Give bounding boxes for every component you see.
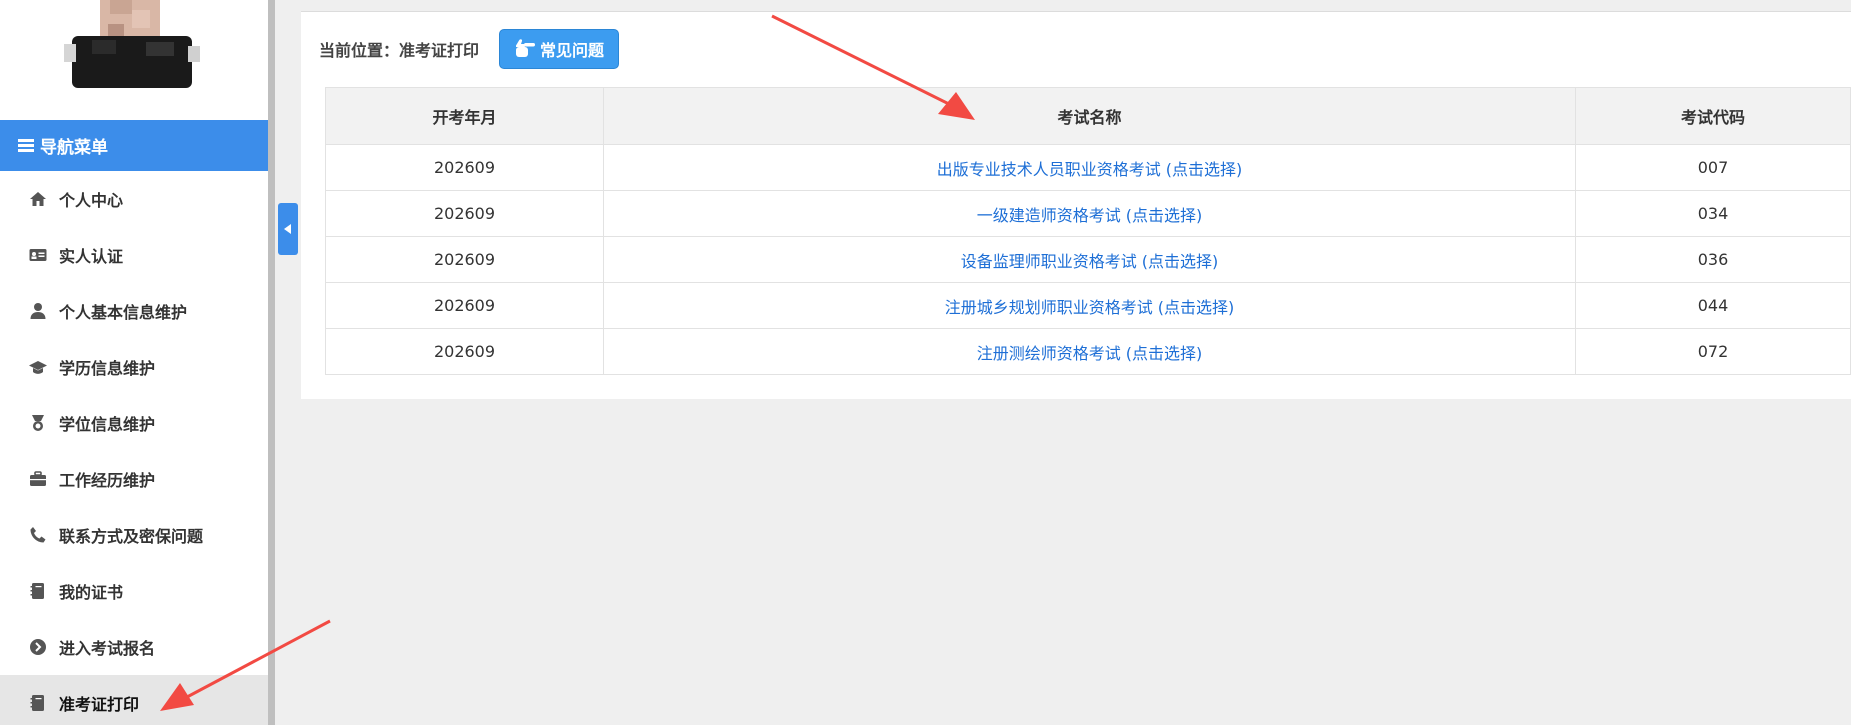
sidebar-item-2[interactable]: 实人认证	[0, 227, 268, 283]
exam-month: 202609	[325, 282, 604, 329]
breadcrumb: 当前位置：准考证打印 常见问题	[319, 29, 620, 69]
table-header-row: 开考年月 考试名称 考试代码	[325, 87, 1851, 145]
nav-list: 个人中心实人认证个人基本信息维护 学历信息维护 学位信息维护 工作经历维护联系方式及密…	[0, 171, 268, 725]
nav-menu-header[interactable]: 导航菜单	[0, 120, 268, 171]
top-strip	[275, 0, 1851, 6]
table-row: 202609 一级建造师资格考试 (点击选择) 034	[325, 190, 1851, 237]
user-icon	[30, 303, 46, 319]
avatar	[64, 0, 200, 88]
sidebar-item-7[interactable]: 联系方式及密保问题	[0, 507, 268, 563]
faq-button-label: 常见问题	[540, 41, 605, 60]
sidebar-divider	[268, 0, 275, 725]
sidebar-collapse-toggle[interactable]	[278, 203, 298, 255]
sidebar-item-label: 联系方式及密保问题	[59, 527, 204, 546]
sidebar-item-label: 个人基本信息维护	[59, 303, 188, 322]
exam-code: 036	[1575, 236, 1851, 283]
sidebar-item-5[interactable]: 学位信息维护	[0, 395, 268, 451]
exam-name-link[interactable]: 设备监理师职业资格考试 (点击选择)	[603, 236, 1576, 283]
sidebar-item-label: 实人认证	[59, 247, 124, 266]
sidebar-item-1[interactable]: 个人中心	[0, 171, 268, 227]
medal-icon	[32, 415, 44, 431]
graduation-cap-icon	[29, 361, 47, 374]
sidebar-item-6[interactable]: 工作经历维护	[0, 451, 268, 507]
caret-left-icon	[284, 224, 291, 234]
home-icon	[30, 192, 46, 206]
sidebar: 导航菜单 个人中心实人认证个人基本信息维护 学历信息维护 学位信息维护 工作经历维护联…	[0, 0, 268, 725]
sidebar-item-label: 工作经历维护	[59, 471, 156, 490]
table-row: 202609 设备监理师职业资格考试 (点击选择) 036	[325, 236, 1851, 283]
exam-name-link[interactable]: 一级建造师资格考试 (点击选择)	[603, 190, 1576, 237]
phone-icon	[30, 527, 46, 543]
sidebar-item-10[interactable]: 准考证打印	[0, 675, 268, 725]
briefcase-icon	[30, 471, 46, 486]
sidebar-item-label: 学位信息维护	[59, 415, 156, 434]
exam-month: 202609	[325, 190, 604, 237]
exam-month: 202609	[325, 236, 604, 283]
id-card-icon	[29, 249, 47, 261]
sidebar-item-label: 我的证书	[59, 583, 124, 602]
exam-code: 034	[1575, 190, 1851, 237]
sidebar-item-label: 学历信息维护	[59, 359, 156, 378]
table-row: 202609 出版专业技术人员职业资格考试 (点击选择) 007	[325, 144, 1851, 191]
sidebar-item-8[interactable]: 我的证书	[0, 563, 268, 619]
header-exam-name: 考试名称	[603, 87, 1576, 145]
book-icon	[30, 583, 44, 599]
main-content: 当前位置：准考证打印 常见问题 开考年月 考试名称 考试代码 202609 出版专…	[301, 11, 1851, 399]
exam-month: 202609	[325, 328, 604, 375]
sidebar-item-label: 准考证打印	[59, 695, 140, 714]
exam-code: 044	[1575, 282, 1851, 329]
sidebar-item-3[interactable]: 个人基本信息维护	[0, 283, 268, 339]
exam-name-link[interactable]: 注册测绘师资格考试 (点击选择)	[603, 328, 1576, 375]
exam-name-link[interactable]: 注册城乡规划师职业资格考试 (点击选择)	[603, 282, 1576, 329]
sidebar-item-9[interactable]: 进入考试报名	[0, 619, 268, 675]
exam-code: 072	[1575, 328, 1851, 375]
exam-table: 开考年月 考试名称 考试代码 202609 出版专业技术人员职业资格考试 (点击选…	[325, 87, 1851, 375]
exam-name-link[interactable]: 出版专业技术人员职业资格考试 (点击选择)	[603, 144, 1576, 191]
table-row: 202609 注册测绘师资格考试 (点击选择) 072	[325, 328, 1851, 375]
book-icon	[30, 695, 44, 711]
pointing-hand-icon	[516, 39, 536, 57]
nav-menu-title: 导航菜单	[40, 138, 108, 158]
exam-month: 202609	[325, 144, 604, 191]
breadcrumb-text: 当前位置：准考证打印	[319, 41, 480, 60]
table-row: 202609 注册城乡规划师职业资格考试 (点击选择) 044	[325, 282, 1851, 329]
faq-button[interactable]: 常见问题	[499, 29, 620, 69]
menu-icon	[18, 139, 34, 152]
exam-code: 007	[1575, 144, 1851, 191]
chevron-circle-right-icon	[30, 639, 46, 655]
header-exam-code: 考试代码	[1575, 87, 1851, 145]
sidebar-item-label: 个人中心	[59, 191, 124, 210]
header-exam-month: 开考年月	[325, 87, 604, 145]
sidebar-item-4[interactable]: 学历信息维护	[0, 339, 268, 395]
sidebar-item-label: 进入考试报名	[59, 639, 156, 658]
